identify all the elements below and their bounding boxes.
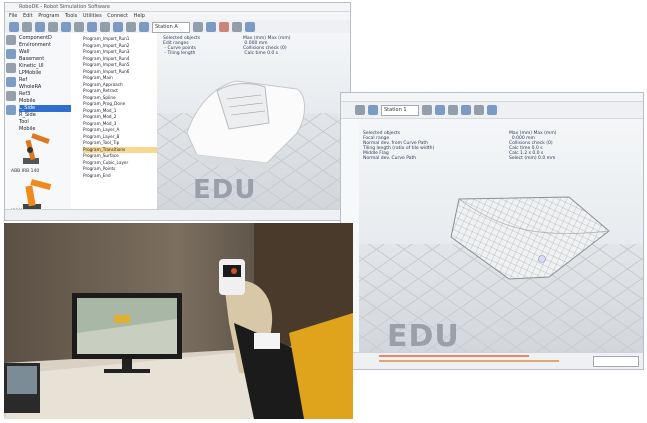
robot-thumbnail-abb-icon[interactable] (15, 128, 59, 168)
program-icon[interactable] (87, 22, 97, 32)
target-icon[interactable] (74, 22, 84, 32)
window-title-right (341, 93, 643, 102)
sidebar-program-icon[interactable] (6, 105, 16, 115)
viewport-3d[interactable]: Selected objects Edit ranges - Curve poi… (157, 33, 350, 211)
add-icon[interactable] (9, 22, 19, 32)
menu-file[interactable]: File (9, 13, 17, 19)
play-icon[interactable] (193, 22, 203, 32)
viewport-info: Selected objects Edit ranges - Curve poi… (163, 36, 201, 56)
collision-icon[interactable] (245, 22, 255, 32)
menu-utilities[interactable]: Utilities (83, 13, 102, 19)
tree-item[interactable]: Wall (19, 49, 71, 56)
robodk-window-left: RoboDK - Robot Simulation Software File … (4, 2, 351, 221)
sidebar-tool-icon[interactable] (6, 35, 16, 45)
redo-icon[interactable] (368, 105, 378, 115)
target-icon[interactable] (422, 105, 432, 115)
sidebar-search-icon[interactable] (6, 49, 16, 59)
photo-scene (4, 223, 353, 419)
tree-item[interactable]: Kinetic_UI (19, 63, 71, 70)
robodk-window-right: Station 1 Selected objects Focal range N… (340, 92, 644, 370)
view-icon[interactable] (474, 105, 484, 115)
menu-help[interactable]: Help (134, 13, 145, 19)
tree-item[interactable]: Mobile (19, 98, 71, 105)
pause-icon[interactable] (435, 105, 445, 115)
tree-item-selected[interactable]: L_Side (19, 105, 71, 112)
view-icon[interactable] (139, 22, 149, 32)
stop-icon[interactable] (219, 22, 229, 32)
move-icon[interactable] (100, 22, 110, 32)
tree-item[interactable]: R_Side (19, 112, 71, 119)
station-tree-panel: ComponentD Environment Wall Basement Kin… (5, 33, 72, 214)
pause-icon[interactable] (206, 22, 216, 32)
status-bar (5, 209, 350, 220)
menu-edit[interactable]: Edit (23, 13, 33, 19)
program-item[interactable]: Program_End (83, 173, 157, 180)
window-title: RoboDK - Robot Simulation Software (5, 3, 350, 12)
robot-icon[interactable] (461, 105, 471, 115)
menu-bar: File Edit Program Tools Utilities Connec… (5, 12, 350, 20)
curve-icon[interactable] (113, 22, 123, 32)
tree-item[interactable]: ComponentD (19, 35, 71, 42)
edu-watermark: EDU (193, 175, 257, 205)
viewport-3d-right[interactable]: Selected objects Focal range Normal dev.… (359, 119, 643, 355)
open-icon[interactable] (22, 22, 32, 32)
toolbar-right: Station 1 (341, 102, 643, 119)
tree-item[interactable]: Ref3 (19, 91, 71, 98)
tree-item[interactable]: LPMobile (19, 70, 71, 77)
menu-program[interactable]: Program (38, 13, 59, 19)
robot-icon[interactable] (61, 22, 71, 32)
tree-item[interactable]: WholeRA (19, 84, 71, 91)
tree-item[interactable]: Basement (19, 56, 71, 63)
station-combo[interactable]: Station A (152, 21, 190, 33)
photo-vr-setup (4, 223, 353, 419)
status-log (379, 355, 529, 357)
status-combo[interactable] (593, 356, 639, 367)
sidebar-icons (6, 35, 16, 119)
status-bar-right (341, 352, 643, 369)
program-list: Program_Import_Run1 Program_Import_Run2 … (71, 33, 158, 211)
camera-icon[interactable] (232, 22, 242, 32)
tree-item[interactable]: Environment (19, 42, 71, 49)
robot-thumbnail-kuka-icon[interactable] (15, 176, 59, 212)
save-icon[interactable] (35, 22, 45, 32)
menu-tools[interactable]: Tools (65, 13, 77, 19)
sidebar-robot-icon[interactable] (6, 77, 16, 87)
sidebar-layer-icon[interactable] (6, 63, 16, 73)
robot-label-abb: ABB IRB 140 (11, 169, 40, 174)
camera-icon[interactable] (487, 105, 497, 115)
sidebar-frame-icon[interactable] (6, 91, 16, 101)
undo-icon[interactable] (355, 105, 365, 115)
fit-icon[interactable] (126, 22, 136, 32)
status-log-2 (379, 360, 559, 362)
program-icon[interactable] (448, 105, 458, 115)
menu-connect[interactable]: Connect (107, 13, 128, 19)
viewport-info-right: Max (mm) Max (mm) 0.000 mm Collisions ch… (243, 36, 291, 56)
undo-icon[interactable] (48, 22, 58, 32)
tree-item[interactable]: Ref (19, 77, 71, 84)
tree-item[interactable]: Tool (19, 119, 71, 126)
edu-watermark: EDU (387, 319, 460, 354)
station-combo-right[interactable]: Station 1 (381, 104, 419, 116)
